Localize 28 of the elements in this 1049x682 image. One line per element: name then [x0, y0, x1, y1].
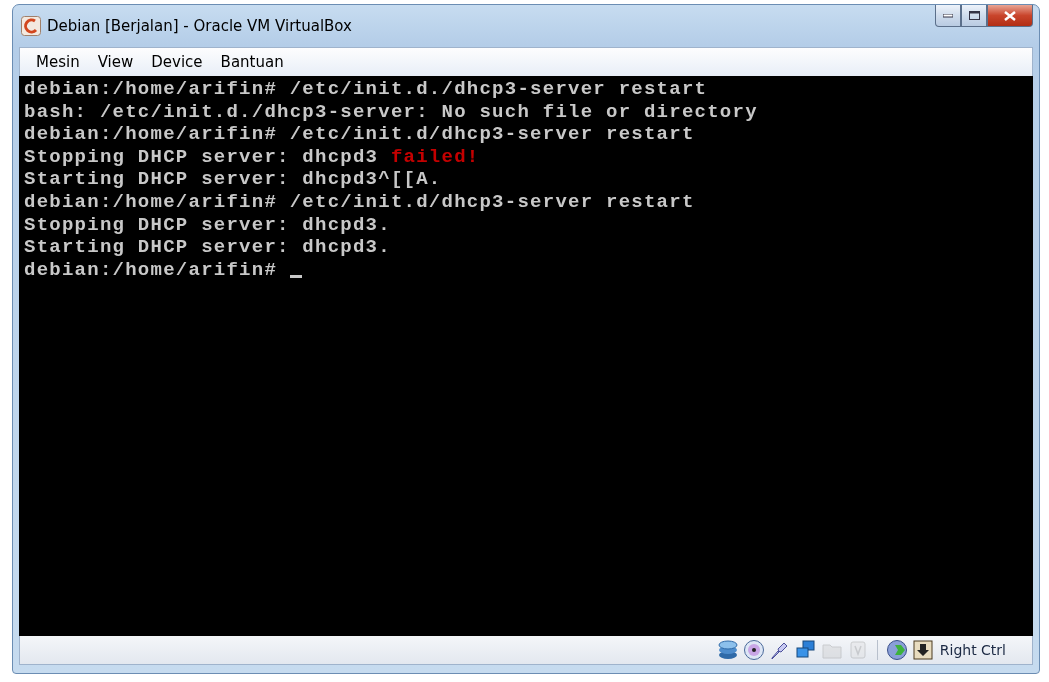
- keyboard-capture-icon[interactable]: [911, 639, 934, 661]
- minimize-button[interactable]: [935, 5, 961, 27]
- maximize-icon: [968, 11, 980, 20]
- hard-disk-icon[interactable]: [716, 639, 739, 661]
- terminal-line: Stopping DHCP server: dhcpd3.: [24, 213, 391, 237]
- app-icon: [21, 16, 41, 36]
- terminal-line: debian:/home/arifin# /etc/init.d/dhcp3-server restart: [24, 123, 695, 146]
- menu-item[interactable]: Device: [144, 51, 210, 73]
- terminal-line: Starting DHCP server: dhcpd3.: [24, 236, 391, 259]
- globe-icon[interactable]: [885, 639, 908, 661]
- maximize-button[interactable]: [961, 5, 987, 27]
- menu-item[interactable]: Mesin: [29, 51, 87, 73]
- network-icon[interactable]: [794, 639, 817, 661]
- menu-item[interactable]: View: [90, 51, 141, 73]
- host-key-label: Right Ctrl: [939, 642, 1006, 658]
- terminal-line: Starting DHCP server: dhcpd3^[[A.: [24, 168, 442, 191]
- terminal-line: bash: /etc/init.d./dhcp3-server: No such file or directory: [24, 100, 758, 124]
- error-text: failed!: [390, 145, 480, 169]
- close-button[interactable]: [987, 5, 1033, 27]
- terminal-line: debian:/home/arifin# /etc/init.d./dhcp3-server restart: [24, 78, 708, 101]
- menu-item[interactable]: Bantuan: [213, 51, 291, 73]
- window-title: Debian [Berjalan] - Oracle VM VirtualBox: [47, 17, 352, 35]
- terminal-line: Stopping DHCP server: dhcpd3: [24, 145, 380, 169]
- terminal-line: debian:/home/arifin# /etc/init.d/dhcp3-server restart: [24, 190, 695, 214]
- terminal-line: debian:/home/arifin#: [24, 258, 279, 282]
- close-icon: [1004, 10, 1016, 21]
- cd-icon[interactable]: [742, 639, 765, 661]
- minimize-icon: [943, 13, 953, 18]
